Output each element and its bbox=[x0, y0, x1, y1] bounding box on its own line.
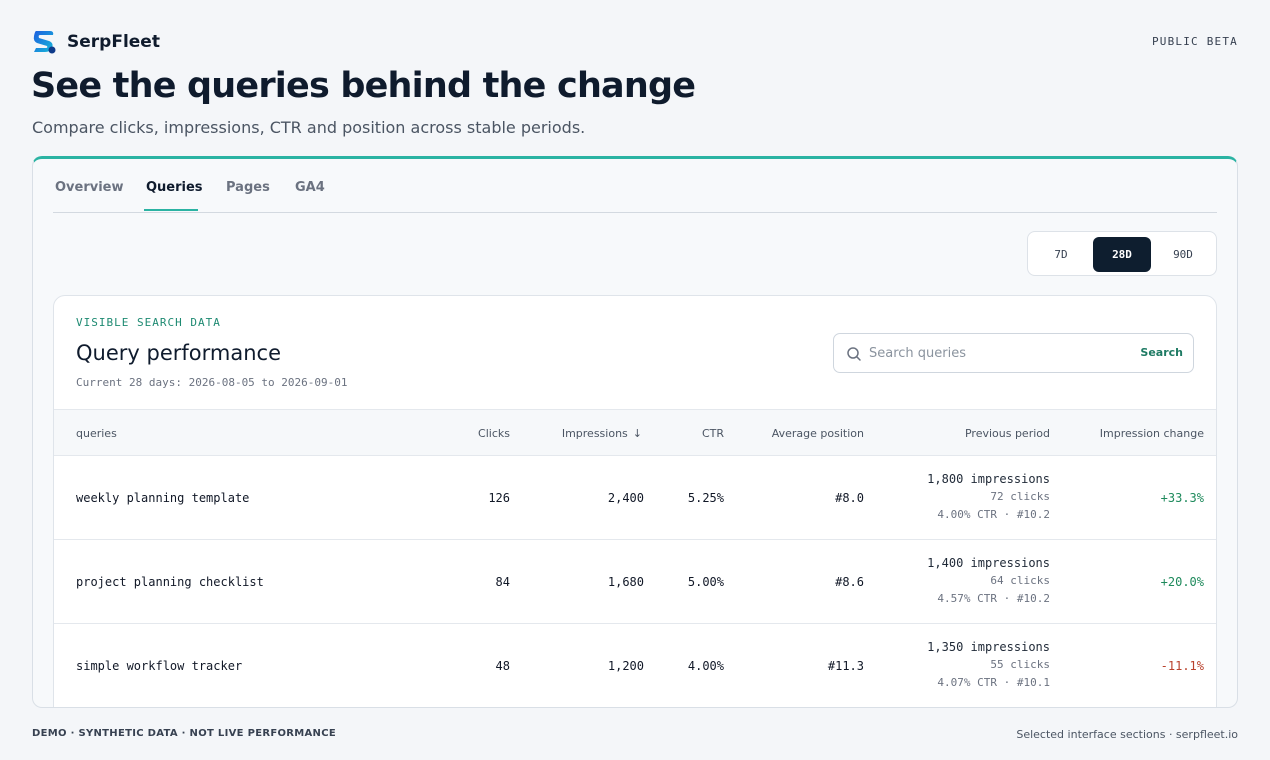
previous-period-cell: 1,400 impressions 64 clicks 4.57% CTR · … bbox=[927, 554, 1050, 608]
range-7d-button[interactable]: 7D bbox=[1032, 237, 1090, 272]
ctr-cell: 5.00% bbox=[687, 575, 724, 589]
header-queries[interactable]: queries bbox=[76, 427, 117, 440]
position-cell: #8.6 bbox=[835, 575, 864, 589]
header-average-position[interactable]: Average position bbox=[772, 427, 864, 440]
previous-impressions: 1,800 impressions bbox=[927, 472, 1050, 486]
query-cell: simple workflow tracker bbox=[76, 659, 243, 673]
position-cell: #11.3 bbox=[827, 659, 864, 673]
query-cell: project planning checklist bbox=[76, 575, 264, 589]
date-range-toggle: 7D 28D 90D bbox=[1027, 231, 1217, 276]
clicks-cell: 48 bbox=[495, 659, 510, 673]
impressions-cell: 1,680 bbox=[607, 575, 644, 589]
previous-clicks: 64 clicks bbox=[990, 574, 1050, 587]
tab-queries[interactable]: Queries bbox=[146, 180, 203, 195]
impression-change-cell: +33.3% bbox=[1160, 491, 1204, 505]
brand-name: SerpFleet bbox=[67, 32, 160, 52]
header-previous-period[interactable]: Previous period bbox=[965, 427, 1050, 440]
previous-ctr-position: 4.07% CTR · #10.1 bbox=[937, 676, 1050, 689]
ctr-cell: 4.00% bbox=[687, 659, 724, 673]
arrow-down-icon: ↓ bbox=[632, 427, 642, 440]
panel-eyebrow: VISIBLE SEARCH DATA bbox=[76, 316, 221, 329]
tab-pages[interactable]: Pages bbox=[226, 180, 270, 195]
tab-overview[interactable]: Overview bbox=[55, 180, 124, 195]
previous-period-cell: 1,800 impressions 72 clicks 4.00% CTR · … bbox=[927, 470, 1050, 524]
page-title: See the queries behind the change bbox=[31, 66, 696, 106]
impression-change-cell: -11.1% bbox=[1160, 659, 1204, 673]
search-input[interactable] bbox=[869, 338, 1129, 368]
previous-ctr-position: 4.00% CTR · #10.2 bbox=[937, 508, 1050, 521]
query-cell: weekly planning template bbox=[76, 491, 250, 505]
impression-change-cell: +20.0% bbox=[1160, 575, 1204, 589]
previous-impressions: 1,400 impressions bbox=[927, 556, 1050, 570]
search-button[interactable]: Search bbox=[1140, 346, 1183, 359]
header-clicks[interactable]: Clicks bbox=[478, 427, 510, 440]
main-card: Overview Queries Pages GA4 7D 28D 90D VI… bbox=[32, 156, 1238, 708]
ctr-cell: 5.25% bbox=[687, 491, 724, 505]
search-box: Search bbox=[833, 333, 1194, 373]
range-90d-button[interactable]: 90D bbox=[1154, 237, 1212, 272]
previous-ctr-position: 4.57% CTR · #10.2 bbox=[937, 592, 1050, 605]
page-subtitle: Compare clicks, impressions, CTR and pos… bbox=[32, 118, 586, 137]
impressions-cell: 1,200 bbox=[607, 659, 644, 673]
serpfleet-logo-icon bbox=[33, 31, 56, 54]
previous-clicks: 55 clicks bbox=[990, 658, 1050, 671]
active-tab-indicator bbox=[144, 209, 198, 211]
range-28d-button[interactable]: 28D bbox=[1093, 237, 1151, 272]
position-cell: #8.0 bbox=[835, 491, 864, 505]
table-header: queries Clicks Impressions ↓ CTR Average … bbox=[54, 409, 1216, 456]
previous-period-cell: 1,350 impressions 55 clicks 4.07% CTR · … bbox=[927, 638, 1050, 692]
search-icon bbox=[847, 347, 861, 361]
header-ctr[interactable]: CTR bbox=[702, 427, 724, 440]
impressions-cell: 2,400 bbox=[607, 491, 644, 505]
tab-bar: Overview Queries Pages GA4 bbox=[53, 159, 1217, 213]
header-impressions[interactable]: Impressions ↓ bbox=[562, 427, 642, 440]
table-row[interactable]: simple workflow tracker 48 1,200 4.00% #… bbox=[54, 624, 1216, 707]
header-impression-change[interactable]: Impression change bbox=[1100, 427, 1204, 440]
panel-title: Query performance bbox=[76, 341, 281, 365]
table-row[interactable]: weekly planning template 126 2,400 5.25%… bbox=[54, 456, 1216, 540]
header-impressions-label: Impressions bbox=[561, 427, 628, 440]
previous-clicks: 72 clicks bbox=[990, 490, 1050, 503]
brand[interactable]: SerpFleet bbox=[32, 28, 160, 56]
date-range-label: Current 28 days: 2026-08-05 to 2026-09-0… bbox=[76, 376, 348, 389]
table-row[interactable]: project planning checklist 84 1,680 5.00… bbox=[54, 540, 1216, 624]
clicks-cell: 84 bbox=[495, 575, 510, 589]
previous-impressions: 1,350 impressions bbox=[927, 640, 1050, 654]
query-performance-panel: VISIBLE SEARCH DATA Query performance Cu… bbox=[53, 295, 1217, 707]
clicks-cell: 126 bbox=[488, 491, 510, 505]
tab-ga4[interactable]: GA4 bbox=[295, 180, 325, 195]
footer-disclaimer: DEMO · SYNTHETIC DATA · NOT LIVE PERFORM… bbox=[32, 728, 336, 739]
footer-info: Selected interface sections · serpfleet.… bbox=[1016, 728, 1238, 741]
public-beta-badge: PUBLIC BETA bbox=[1151, 35, 1238, 48]
